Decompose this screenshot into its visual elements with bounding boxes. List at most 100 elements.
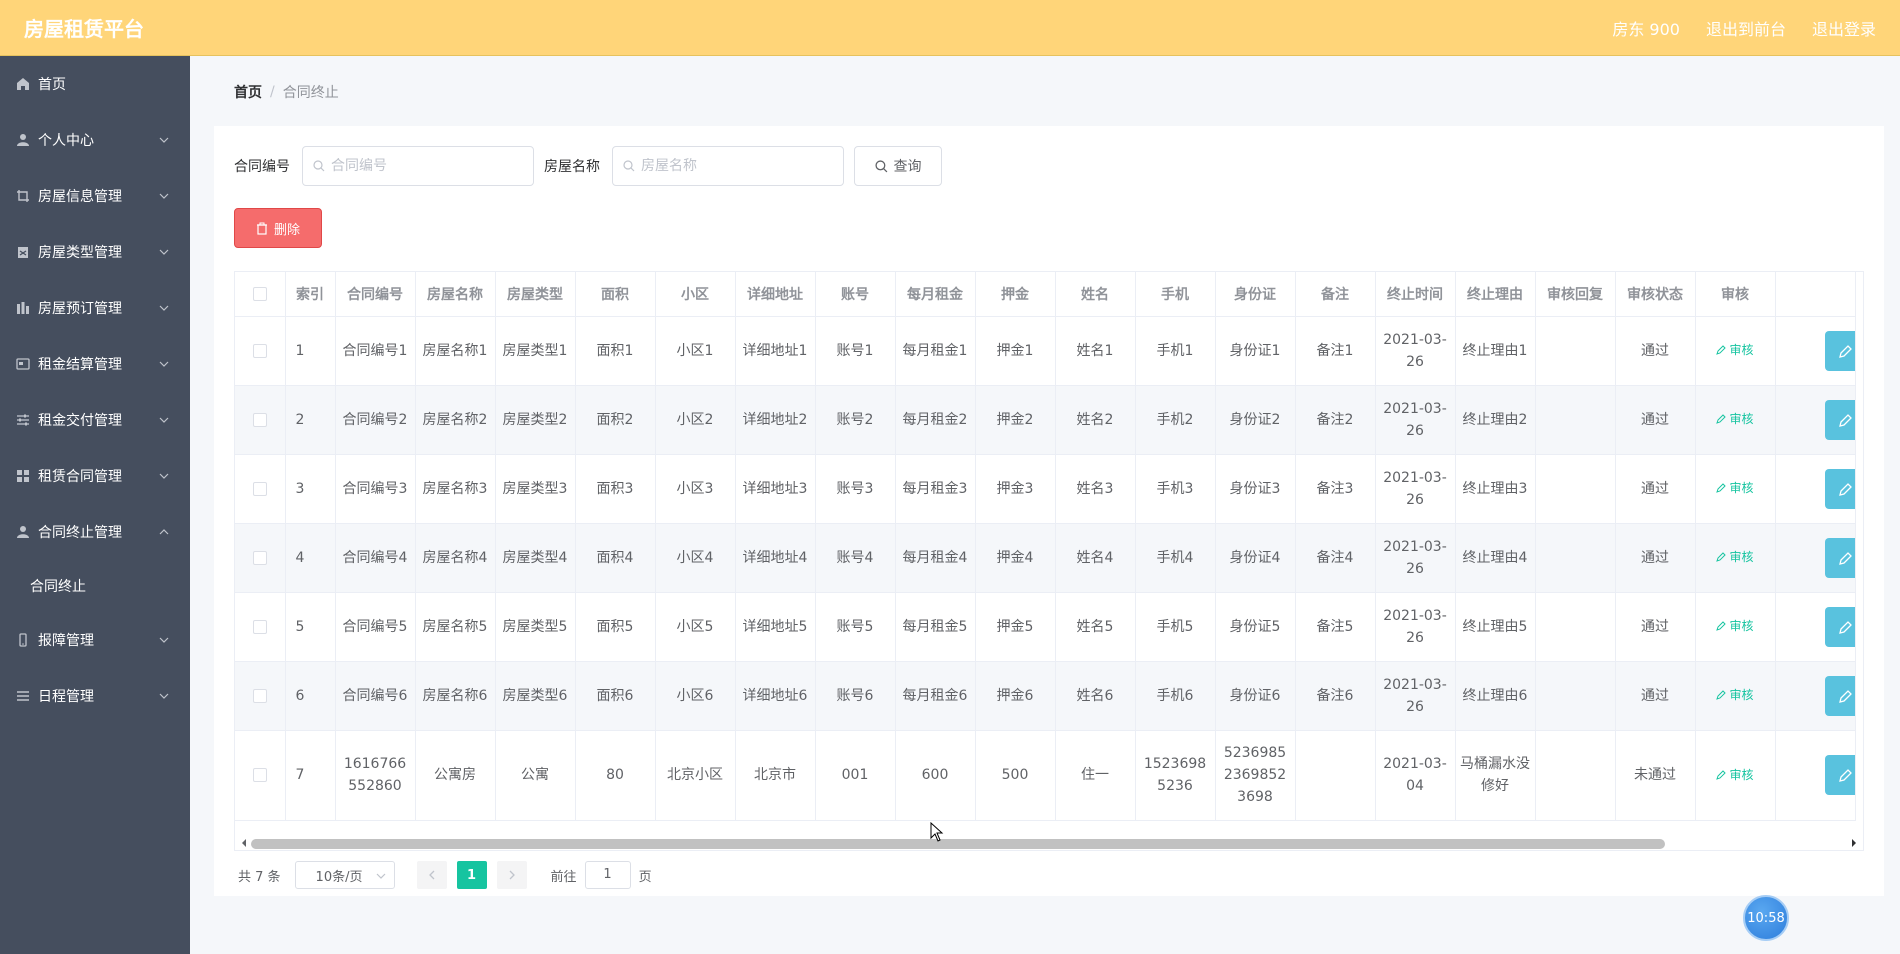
contract-no-field[interactable] xyxy=(302,146,534,186)
sidebar-item-6[interactable]: 租金交付管理 xyxy=(0,392,190,448)
audit-link-label: 审核 xyxy=(1729,619,1754,633)
sidebar-item-4[interactable]: 房屋预订管理 xyxy=(0,280,190,336)
row-checkbox[interactable] xyxy=(252,688,267,703)
edit-button[interactable] xyxy=(1824,537,1855,578)
cell-area: 面积4 xyxy=(575,523,656,593)
data-table: 索引 合同编号 房屋名称 房屋类型 面积 小区 详细地址 账号 每月租金 押金 姓名 手机 身份证 备注终… xyxy=(234,271,1864,836)
row-checkbox[interactable] xyxy=(252,343,267,358)
content-card: 合同编号 房屋名称 查询 删除 索引合同 xyxy=(214,126,1884,896)
cell-idx: 4 xyxy=(285,523,336,593)
sidebar-item-7[interactable]: 租赁合同管理 xyxy=(0,448,190,504)
edit-button[interactable] xyxy=(1824,330,1855,371)
main-content: 首页 / 合同终止 合同编号 房屋名称 查询 删除 xyxy=(190,56,1900,954)
edit-button[interactable] xyxy=(1824,468,1855,509)
goto-page: 前往 1 页 xyxy=(551,861,652,889)
page-number[interactable]: 1 xyxy=(456,861,487,889)
delete-button[interactable]: 删除 xyxy=(234,208,322,248)
sidebar-item-3[interactable]: 房屋类型管理 xyxy=(0,224,190,280)
actions-cell xyxy=(1775,523,1856,593)
cell-deposit: 押金4 xyxy=(975,523,1056,593)
sidebar-item-9[interactable]: 报障管理 xyxy=(0,612,190,668)
search-form: 合同编号 房屋名称 查询 xyxy=(234,146,942,186)
scroll-right-icon[interactable] xyxy=(1850,839,1858,847)
audit-link[interactable]: 审核 xyxy=(1716,764,1754,786)
sidebar-item-0[interactable]: 首页 xyxy=(0,56,190,112)
cell-address: 北京市 xyxy=(735,730,816,821)
query-button[interactable]: 查询 xyxy=(854,146,942,186)
sidebar-item-8[interactable]: 合同终止管理 xyxy=(0,504,190,560)
cell-community: 小区1 xyxy=(655,316,736,386)
column-header: 每月租金 xyxy=(895,272,976,317)
row-checkbox[interactable] xyxy=(252,550,267,565)
sidebar-item-2[interactable]: 房屋信息管理 xyxy=(0,168,190,224)
next-page-button[interactable] xyxy=(496,861,527,889)
sidebar-item-5[interactable]: 租金结算管理 xyxy=(0,336,190,392)
scrollbar-thumb[interactable] xyxy=(251,839,1665,849)
edit-button[interactable] xyxy=(1824,606,1855,647)
column-header: 身份证 xyxy=(1215,272,1296,317)
search-icon xyxy=(874,159,887,172)
cell-idcard: 身份证2 xyxy=(1215,385,1296,455)
row-select-cell xyxy=(235,454,286,524)
sidebar-item-label: 个人中心 xyxy=(38,133,94,149)
cell-house: 房屋名称1 xyxy=(415,316,496,386)
row-checkbox[interactable] xyxy=(252,412,267,427)
house-name-field[interactable] xyxy=(612,146,844,186)
audit-link-label: 审核 xyxy=(1729,481,1754,495)
cell-idx: 1 xyxy=(285,316,336,386)
audit-link[interactable]: 审核 xyxy=(1716,546,1754,568)
cell-remark: 备注5 xyxy=(1295,592,1376,662)
back-to-front-link[interactable]: 退出到前台 xyxy=(1706,16,1786,40)
edit-button[interactable] xyxy=(1824,399,1855,440)
cell-reason: 马桶漏水没修好 xyxy=(1455,730,1536,821)
cell-area: 面积6 xyxy=(575,661,656,731)
goto-page-input[interactable]: 1 xyxy=(584,861,631,889)
scroll-left-icon[interactable] xyxy=(240,839,248,847)
cell-status: 通过 xyxy=(1615,316,1696,386)
breadcrumb-home[interactable]: 首页 xyxy=(234,82,262,102)
search-icon xyxy=(313,160,325,172)
page-size-select[interactable]: 10条/页 xyxy=(294,861,395,889)
chart-icon xyxy=(16,301,30,315)
sidebar-item-label: 房屋信息管理 xyxy=(38,189,122,205)
sidebar-item-10[interactable]: 日程管理 xyxy=(0,668,190,724)
cell-name: 住一 xyxy=(1055,730,1136,821)
cell-idcard: 身份证6 xyxy=(1215,661,1296,731)
audit-link[interactable]: 审核 xyxy=(1716,684,1754,706)
cell-reply xyxy=(1535,661,1616,731)
row-checkbox[interactable] xyxy=(252,481,267,496)
edit-button[interactable] xyxy=(1824,755,1855,795)
breadcrumb: 首页 / 合同终止 xyxy=(234,82,339,102)
submenu-item-contract-termination[interactable]: 合同终止 xyxy=(0,560,190,612)
horizontal-scrollbar[interactable] xyxy=(234,835,1864,851)
logout-link[interactable]: 退出登录 xyxy=(1812,16,1876,40)
user-icon xyxy=(16,525,30,539)
column-header: 房屋类型 xyxy=(495,272,576,317)
house-name-input[interactable] xyxy=(641,158,821,174)
contract-no-input[interactable] xyxy=(331,158,511,174)
sidebar-item-label: 合同终止管理 xyxy=(38,525,122,541)
cell-remark: 备注2 xyxy=(1295,385,1376,455)
cell-name: 姓名3 xyxy=(1055,454,1136,524)
cell-deposit: 押金6 xyxy=(975,661,1056,731)
audit-link[interactable]: 审核 xyxy=(1716,615,1754,637)
row-checkbox[interactable] xyxy=(252,768,267,782)
audit-link-label: 审核 xyxy=(1729,688,1754,702)
audit-link[interactable]: 审核 xyxy=(1716,477,1754,499)
floating-clock[interactable]: 10:58 xyxy=(1743,895,1789,941)
table-row: 5 合同编号5 房屋名称5 房屋类型5 面积5 小区5 详细地址5 账号5 每月租金5 押金5 姓名… xyxy=(235,592,1856,662)
select-all-checkbox[interactable] xyxy=(252,286,267,301)
row-checkbox[interactable] xyxy=(252,619,267,634)
edit-button[interactable] xyxy=(1824,675,1855,716)
cell-account: 账号4 xyxy=(815,523,896,593)
cell-reason: 终止理由4 xyxy=(1455,523,1536,593)
sidebar-item-1[interactable]: 个人中心 xyxy=(0,112,190,168)
audit-link[interactable]: 审核 xyxy=(1716,339,1754,361)
chevron-down-icon xyxy=(159,693,169,699)
column-header: 姓名 xyxy=(1055,272,1136,317)
audit-link[interactable]: 审核 xyxy=(1716,408,1754,430)
table: 索引 合同编号 房屋名称 房屋类型 面积 小区 详细地址 账号 每月租金 押金 姓名 手机 身份证 备注终… xyxy=(235,272,1856,821)
prev-page-button[interactable] xyxy=(416,861,447,889)
cell-house: 房屋名称5 xyxy=(415,592,496,662)
cell-end_time: 2021-03-26 xyxy=(1375,454,1456,524)
